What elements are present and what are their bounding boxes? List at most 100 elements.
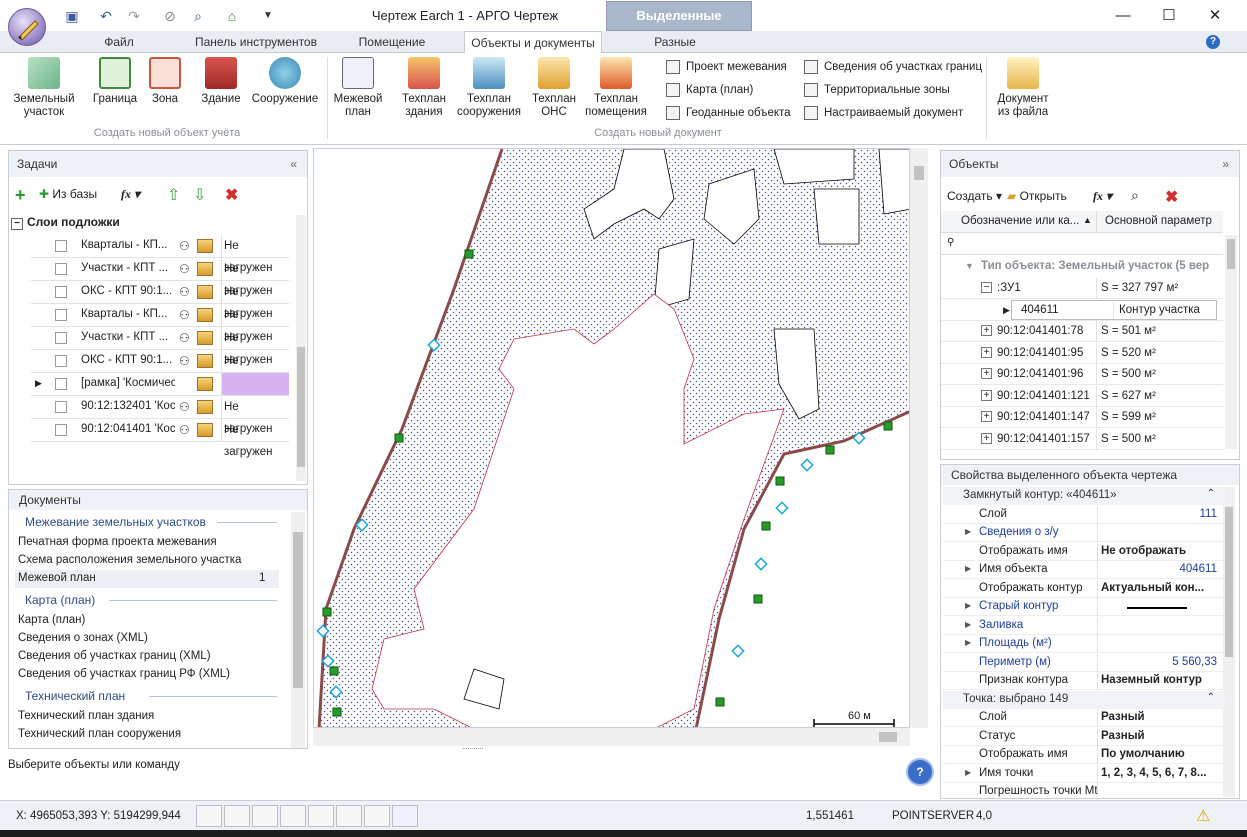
- property-value[interactable]: Разный: [1101, 711, 1217, 723]
- binoculars-icon[interactable]: ⚇: [179, 239, 190, 253]
- filter-row[interactable]: ⚲: [941, 233, 1223, 255]
- property-value[interactable]: 111: [1101, 508, 1217, 520]
- map-vertical-scrollbar[interactable]: [910, 148, 928, 728]
- object-row[interactable]: +90:12:041401:157 S = 500 м²: [941, 428, 1223, 450]
- layer-row[interactable]: Кварталы - КП... ⚇ Не загружен: [31, 235, 289, 274]
- layer-row[interactable]: 90:12:041401 'Косм... ⚇ Не загружен: [31, 419, 289, 458]
- property-row[interactable]: ▶ Заливка: [943, 616, 1225, 635]
- expand-arrow-icon[interactable]: ▶: [965, 601, 971, 610]
- app-menu-button[interactable]: [8, 8, 46, 46]
- section-closed-contour[interactable]: Замкнутый контур: «404611» ⌃: [943, 487, 1225, 505]
- binoculars-icon[interactable]: ⚇: [179, 331, 190, 345]
- layer-properties-icon[interactable]: [197, 308, 213, 322]
- layer-row[interactable]: ОКС - КПТ 90:1... ⚇ Не загружен: [31, 281, 289, 320]
- layer-row[interactable]: ▶ [рамка] 'Космическ...: [31, 373, 289, 396]
- doc-item[interactable]: Печатная форма проекта межевания: [18, 536, 217, 548]
- layer-visibility-checkbox[interactable]: [55, 286, 67, 298]
- property-value[interactable]: 1, 2, 3, 4, 5, 6, 7, 8...: [1101, 767, 1217, 779]
- layer-visibility-checkbox[interactable]: [55, 424, 67, 436]
- layer-row[interactable]: ОКС - КПТ 90:1... ⚇ Не загружен: [31, 350, 289, 389]
- layer-row[interactable]: Участки - КПТ ... ⚇ Не загружен: [31, 258, 289, 297]
- object-row[interactable]: +90:12:041401:95 S = 520 м²: [941, 342, 1223, 364]
- snap-center-icon[interactable]: [252, 805, 278, 827]
- property-value[interactable]: Разный: [1101, 730, 1217, 742]
- layer-properties-icon[interactable]: [197, 331, 213, 345]
- tab-toolbar[interactable]: Панель инструментов: [190, 31, 322, 53]
- layer-visibility-checkbox[interactable]: [55, 401, 67, 413]
- layer-visibility-checkbox[interactable]: [55, 240, 67, 252]
- expand-node-icon[interactable]: +: [981, 368, 992, 379]
- expand-node-icon[interactable]: +: [981, 411, 992, 422]
- expand-arrow-icon[interactable]: ▶: [965, 638, 971, 647]
- collapse-section-icon[interactable]: ⌃: [1207, 488, 1215, 499]
- minimize-button[interactable]: —: [1100, 0, 1146, 31]
- layer-properties-icon[interactable]: [197, 239, 213, 253]
- from-base-button[interactable]: ✚ Из базы: [39, 187, 97, 201]
- property-value[interactable]: По умолчанию: [1101, 748, 1217, 760]
- group-row-object-type[interactable]: ▼ Тип объекта: Земельный участок (5 вер: [941, 257, 1223, 277]
- property-row[interactable]: ▶ Сведения о з/у: [943, 524, 1225, 542]
- object-row[interactable]: +90:12:041401:96 S = 500 м²: [941, 364, 1223, 385]
- zone-button[interactable]: Зона: [144, 57, 186, 106]
- property-value[interactable]: Наземный контур: [1101, 674, 1217, 686]
- home-icon[interactable]: ⌂: [222, 6, 242, 26]
- building-techplan-button[interactable]: Техплан здания: [396, 57, 452, 119]
- property-value[interactable]: Не отображать: [1101, 545, 1217, 557]
- layer-visibility-checkbox[interactable]: [55, 309, 67, 321]
- object-row[interactable]: +90:12:041401:121 S = 627 м²: [941, 385, 1223, 407]
- doc-item[interactable]: Схема расположения земельного участка: [18, 554, 241, 566]
- property-row[interactable]: ▶ Имя объекта 404611: [943, 561, 1225, 579]
- layer-properties-icon[interactable]: [197, 377, 213, 391]
- snap-grid-icon[interactable]: [392, 805, 418, 827]
- create-button[interactable]: Создать ▾: [947, 189, 1002, 203]
- delete-icon[interactable]: ✖: [225, 185, 238, 205]
- fx-button[interactable]: fx ▾: [1093, 189, 1112, 204]
- layer-visibility-checkbox[interactable]: [55, 378, 67, 390]
- expand-node-icon[interactable]: +: [981, 389, 992, 401]
- room-techplan-button[interactable]: Техплан помещения: [584, 57, 648, 119]
- property-row[interactable]: Отображать имя Не отображать: [943, 542, 1225, 561]
- object-row[interactable]: +90:12:041401:147 S = 599 м²: [941, 407, 1223, 428]
- layer-properties-icon[interactable]: [197, 400, 213, 414]
- tab-file[interactable]: Файл: [84, 31, 154, 53]
- objects-scrollbar[interactable]: [1225, 235, 1237, 449]
- boundary-plan-button[interactable]: Межевой план: [330, 57, 386, 119]
- snap-perpendicular-icon[interactable]: [280, 805, 306, 827]
- geodata-button[interactable]: Геоданные объекта: [666, 103, 791, 123]
- tasks-scrollbar[interactable]: [296, 215, 306, 481]
- collapse-icon[interactable]: «: [290, 151, 297, 177]
- doc-item[interactable]: Технический план здания: [18, 710, 154, 722]
- expand-arrow-icon[interactable]: ▶: [965, 564, 971, 573]
- layer-properties-icon[interactable]: [197, 262, 213, 276]
- property-row[interactable]: Слой 111: [943, 505, 1225, 524]
- property-row[interactable]: ▶ Старый контур: [943, 598, 1225, 616]
- doc-item[interactable]: Межевой план: [18, 572, 96, 584]
- binoculars-icon[interactable]: ⚇: [179, 354, 190, 368]
- map-plan-button[interactable]: Карта (план): [666, 80, 791, 100]
- layer-visibility-checkbox[interactable]: [55, 263, 67, 275]
- tab-misc[interactable]: Разные: [640, 31, 710, 53]
- expand-node-icon[interactable]: +: [981, 325, 992, 336]
- stop-icon[interactable]: ⊘: [160, 6, 180, 26]
- layer-properties-icon[interactable]: [197, 285, 213, 299]
- binoculars-icon[interactable]: ⚇: [179, 262, 190, 276]
- splitter-grip[interactable]: [463, 748, 483, 752]
- expand-node-icon[interactable]: +: [981, 346, 992, 358]
- context-tab-selected-objects[interactable]: Выделенные объекты: [606, 1, 752, 51]
- doc-item[interactable]: Сведения об участках границ РФ (XML): [18, 668, 230, 680]
- property-value[interactable]: 404611: [1101, 563, 1217, 575]
- layer-row[interactable]: 90:12:132401 'Косм... ⚇ Не загружен: [31, 396, 289, 435]
- property-row[interactable]: Периметр (м) 5 560,33: [943, 653, 1225, 672]
- property-row[interactable]: Признак контура Наземный контур: [943, 672, 1225, 690]
- expand-arrow-icon[interactable]: ▶: [965, 768, 971, 777]
- fx-button[interactable]: fx ▾: [121, 187, 140, 202]
- boundary-sections-info-button[interactable]: Сведения об участках границ: [804, 57, 982, 77]
- maximize-button[interactable]: ☐: [1146, 0, 1192, 31]
- layer-row[interactable]: Кварталы - КП... ⚇ Не загружен: [31, 304, 289, 343]
- property-row[interactable]: Погрешность точки Mt: [943, 783, 1225, 801]
- redo-icon[interactable]: ↷: [124, 6, 144, 26]
- structure-techplan-button[interactable]: Техплан сооружения: [456, 57, 522, 119]
- land-plot-button[interactable]: Земельный участок: [10, 57, 78, 119]
- doc-item[interactable]: Технический план сооружения: [18, 728, 181, 740]
- doc-item[interactable]: Сведения об участках границ (XML): [18, 650, 211, 662]
